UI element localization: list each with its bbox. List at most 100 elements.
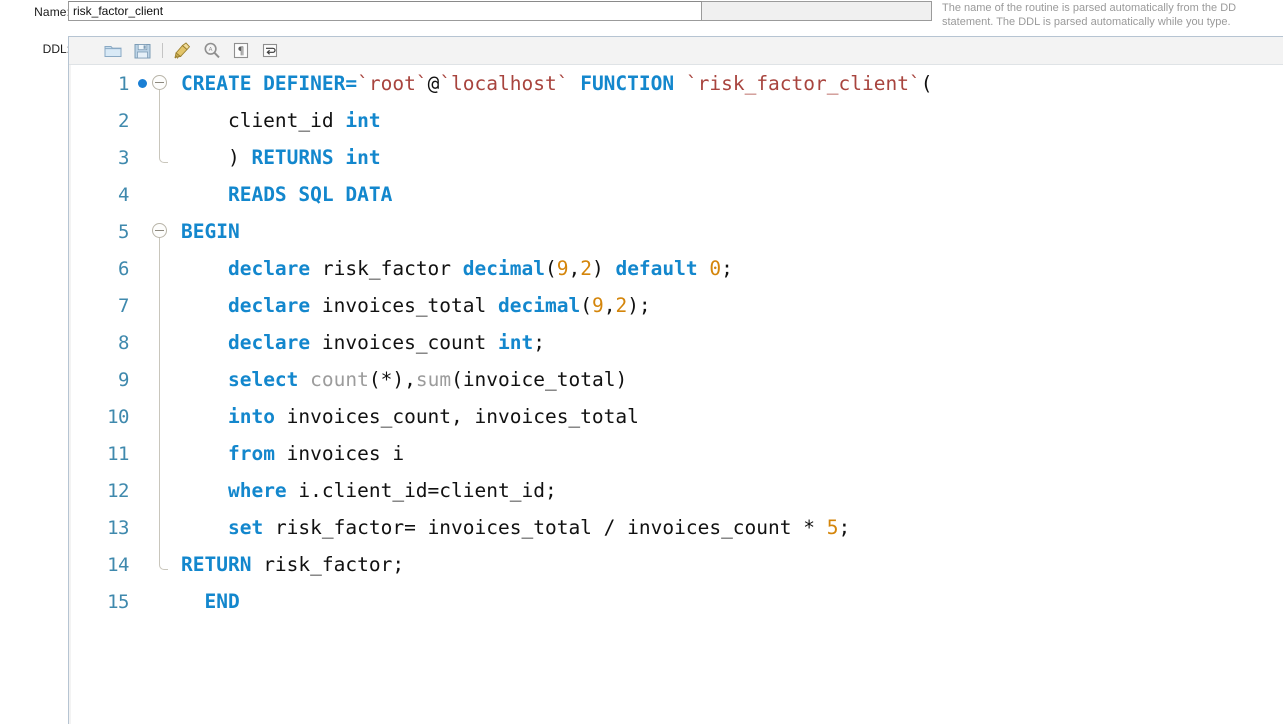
code-token: CREATE DEFINER=	[181, 72, 358, 95]
code-token: ;	[838, 516, 851, 539]
code-line[interactable]: 14 RETURN risk_factor;	[69, 546, 1283, 583]
help-text: The name of the routine is parsed automa…	[942, 1, 1283, 29]
code-token: select	[227, 368, 299, 391]
code-token: risk_factor= invoices_total / invoices_c…	[263, 516, 827, 539]
code-token: RETURNS int	[251, 146, 381, 169]
toggle-invisible-chars-icon[interactable]: ¶	[229, 40, 253, 62]
fold-end-hook-icon	[159, 156, 168, 163]
svg-text:¶: ¶	[238, 45, 245, 58]
fold-guide-line	[159, 398, 160, 435]
code-line[interactable]: 5 BEGIN	[69, 213, 1283, 250]
toggle-word-wrap-icon[interactable]	[258, 40, 282, 62]
routine-name-input[interactable]	[68, 1, 702, 21]
code-token: 9	[556, 257, 569, 280]
open-file-icon[interactable]	[101, 40, 125, 62]
code-line-text[interactable]: where i.client_id=client_id;	[181, 479, 557, 502]
code-line-text[interactable]: READS SQL DATA	[181, 183, 392, 206]
find-icon[interactable]: A	[200, 40, 224, 62]
code-line[interactable]: 7 declare invoices_total decimal(9,2);	[69, 287, 1283, 324]
save-file-icon[interactable]	[130, 40, 154, 62]
code-token: count	[310, 368, 369, 391]
fold-collapse-icon[interactable]	[152, 75, 167, 90]
ddl-label: DDL:	[42, 42, 70, 56]
code-token: int	[498, 331, 534, 354]
code-line-text[interactable]: declare risk_factor decimal(9,2) default…	[181, 257, 733, 280]
code-line[interactable]: 9 select count(*),sum(invoice_total)	[69, 361, 1283, 398]
code-line-text[interactable]: into invoices_count, invoices_total	[181, 405, 639, 428]
gutter-markers[interactable]	[135, 583, 181, 620]
code-token: risk_factor	[310, 257, 463, 280]
beautify-icon[interactable]	[171, 40, 195, 62]
code-line-text[interactable]: declare invoices_total decimal(9,2);	[181, 294, 651, 317]
fold-guide-line	[159, 546, 160, 564]
gutter-markers[interactable]	[135, 287, 181, 324]
code-line-text[interactable]: CREATE DEFINER=`root`@`localhost` FUNCTI…	[181, 72, 932, 95]
fold-guide-line	[159, 509, 160, 546]
code-line[interactable]: 1 CREATE DEFINER=`root`@`localhost` FUNCT…	[69, 65, 1283, 102]
gutter-markers[interactable]	[135, 509, 181, 546]
line-number: 3	[118, 146, 129, 169]
gutter-markers[interactable]	[135, 324, 181, 361]
code-line-text[interactable]: ) RETURNS int	[181, 146, 381, 169]
gutter-markers[interactable]	[135, 398, 181, 435]
code-line-text[interactable]: BEGIN	[181, 220, 240, 243]
gutter-markers[interactable]	[135, 176, 181, 213]
code-token: 2	[580, 257, 592, 280]
code-line[interactable]: 8 declare invoices_count int;	[69, 324, 1283, 361]
gutter-markers[interactable]	[135, 139, 181, 176]
code-line-text[interactable]: select count(*),sum(invoice_total)	[181, 368, 627, 391]
code-token: where	[227, 479, 287, 502]
code-token: risk_factor;	[251, 553, 405, 576]
line-number: 9	[118, 368, 129, 391]
editor-toolbar: A ¶	[69, 37, 1283, 65]
code-token: @	[427, 72, 440, 95]
code-line-text[interactable]: RETURN risk_factor;	[181, 553, 404, 576]
gutter-markers[interactable]	[135, 546, 181, 583]
name-label: Name:	[34, 5, 70, 19]
name-field-filler	[702, 1, 932, 21]
breakpoint-dot-icon[interactable]	[138, 79, 147, 88]
code-line-text[interactable]: from invoices i	[181, 442, 404, 465]
code-line[interactable]: 15 END	[69, 583, 1283, 620]
fold-guide-line	[159, 102, 160, 139]
code-line[interactable]: 11 from invoices i	[69, 435, 1283, 472]
gutter-markers[interactable]	[135, 361, 181, 398]
fold-guide-line	[159, 361, 160, 398]
code-token: sum	[415, 368, 452, 391]
code-line[interactable]: 4 READS SQL DATA	[69, 176, 1283, 213]
code-token: declare	[227, 257, 311, 280]
code-editor-area[interactable]: 1 CREATE DEFINER=`root`@`localhost` FUNCT…	[69, 65, 1283, 724]
line-number: 1	[118, 72, 129, 95]
fold-collapse-icon[interactable]	[152, 223, 167, 238]
code-line-text[interactable]: END	[181, 590, 240, 613]
code-line-text[interactable]: declare invoices_count int;	[181, 331, 545, 354]
code-line-text[interactable]: set risk_factor= invoices_total / invoic…	[181, 516, 850, 539]
code-token: 5	[826, 516, 839, 539]
ddl-editor-panel: A ¶ 1 CREATE DEFINER=`root`@`localhost` …	[68, 36, 1283, 724]
fold-guide-line	[159, 238, 160, 250]
gutter-markers[interactable]	[135, 435, 181, 472]
code-line[interactable]: 6 declare risk_factor decimal(9,2) defau…	[69, 250, 1283, 287]
code-line[interactable]: 12 where i.client_id=client_id;	[69, 472, 1283, 509]
code-line-text[interactable]: client_id int	[181, 109, 381, 132]
gutter-markers[interactable]	[135, 472, 181, 509]
code-line[interactable]: 10 into invoices_count, invoices_total	[69, 398, 1283, 435]
code-token: )	[591, 257, 616, 280]
code-line[interactable]: 13 set risk_factor= invoices_total / inv…	[69, 509, 1283, 546]
code-line[interactable]: 2 client_id int	[69, 102, 1283, 139]
gutter-markers[interactable]	[135, 250, 181, 287]
code-token: END	[204, 590, 240, 613]
gutter-markers[interactable]	[135, 65, 181, 102]
gutter-markers[interactable]	[135, 102, 181, 139]
code-line[interactable]: 3 ) RETURNS int	[69, 139, 1283, 176]
line-number: 2	[118, 109, 129, 132]
gutter-markers[interactable]	[135, 213, 181, 250]
code-token: ;	[533, 331, 545, 354]
